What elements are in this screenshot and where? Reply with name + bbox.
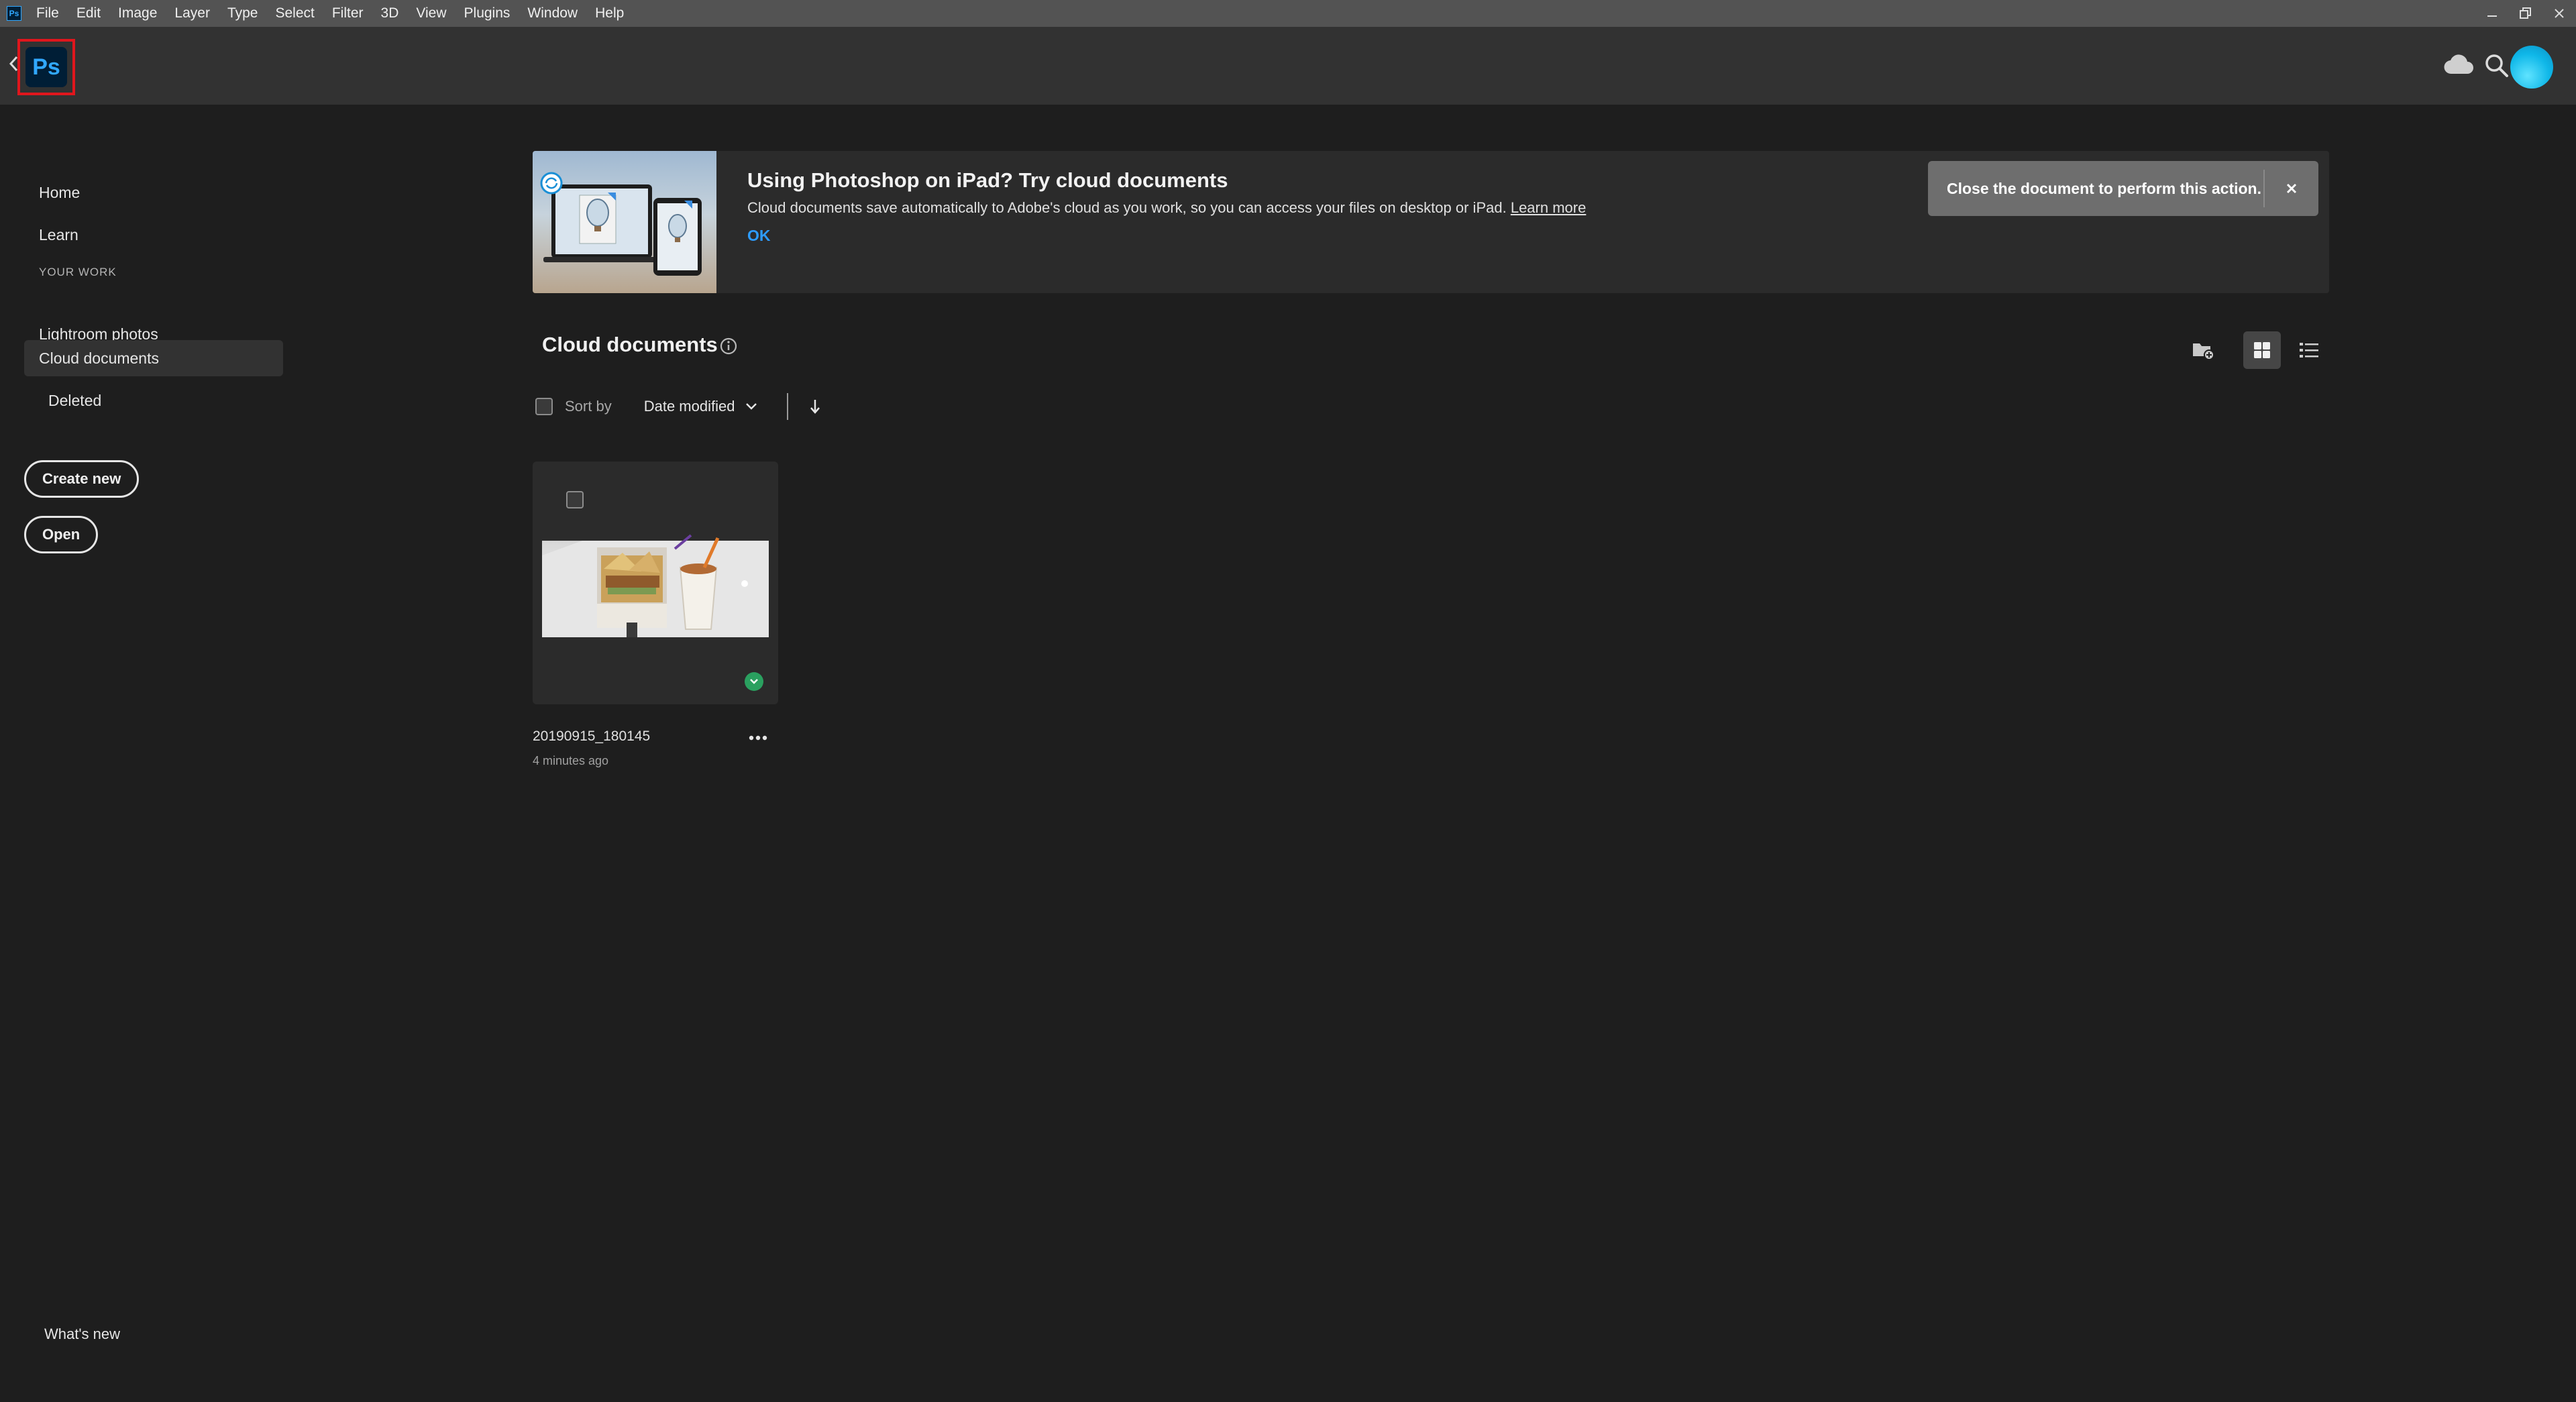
cloud-icon[interactable]: [2443, 54, 2474, 75]
sidebar-item-home[interactable]: Home: [24, 174, 283, 211]
user-avatar[interactable]: [2510, 46, 2553, 89]
grid-view-icon: [2254, 342, 2270, 358]
sort-direction-arrow-icon[interactable]: [808, 398, 822, 415]
document-modified-time: 4 minutes ago: [533, 754, 609, 767]
banner-ok-button[interactable]: OK: [747, 227, 771, 245]
sidebar-item-label: Deleted: [48, 391, 102, 409]
menu-edit[interactable]: Edit: [76, 5, 101, 21]
menu-image[interactable]: Image: [118, 5, 157, 21]
sidebar-item-cloud-documents[interactable]: Cloud documents: [24, 340, 283, 376]
learn-more-link[interactable]: Learn more: [1511, 199, 1587, 216]
photoshop-logo-highlight[interactable]: Ps: [17, 39, 75, 95]
menu-window[interactable]: Window: [527, 5, 578, 21]
list-view-icon: [2300, 343, 2318, 358]
sort-label: Sort by: [565, 398, 612, 415]
menu-help[interactable]: Help: [595, 5, 624, 21]
document-thumbnail[interactable]: [542, 529, 769, 637]
restore-icon[interactable]: [2509, 0, 2542, 27]
toast-close-button[interactable]: [2265, 182, 2318, 195]
menu-layer[interactable]: Layer: [174, 5, 210, 21]
banner-illustration: [533, 151, 716, 293]
close-icon[interactable]: [2542, 0, 2576, 27]
menu-3d[interactable]: 3D: [381, 5, 399, 21]
toast-message: Close the document to perform this actio…: [1947, 179, 2261, 197]
info-icon[interactable]: [719, 337, 738, 356]
menu-select[interactable]: Select: [275, 5, 314, 21]
close-icon: [2286, 183, 2297, 194]
search-icon[interactable]: [2483, 52, 2510, 79]
sidebar-item-label: Cloud documents: [39, 349, 159, 367]
banner-description-text: Cloud documents save automatically to Ad…: [747, 199, 1507, 216]
select-all-checkbox[interactable]: [535, 398, 553, 415]
sidebar-item-learn[interactable]: Learn: [24, 217, 283, 253]
page-title: Cloud documents: [542, 333, 718, 356]
grid-view-button[interactable]: [2243, 331, 2281, 369]
sort-bar: Sort by Date modified: [535, 393, 822, 420]
create-new-button[interactable]: Create new: [24, 460, 140, 498]
more-options-icon[interactable]: [747, 731, 769, 745]
sidebar-item-label: Learn: [39, 225, 78, 244]
sidebar-item-label: Home: [39, 183, 80, 201]
banner-title: Using Photoshop on iPad? Try cloud docum…: [747, 168, 1228, 192]
photoshop-logo: Ps: [25, 47, 67, 87]
document-card[interactable]: [533, 462, 778, 704]
window-controls: [2475, 0, 2576, 27]
synced-check-icon: [745, 672, 763, 691]
open-button[interactable]: Open: [24, 516, 99, 553]
menu-plugins[interactable]: Plugins: [464, 5, 511, 21]
document-checkbox[interactable]: [566, 491, 584, 508]
sidebar: Home Learn YOUR WORK Lightroom photos Cl…: [0, 105, 295, 1402]
sort-value: Date modified: [643, 398, 735, 415]
menu-file[interactable]: File: [36, 5, 59, 21]
menu-view[interactable]: View: [416, 5, 446, 21]
menu-type[interactable]: Type: [227, 5, 258, 21]
toast-notification: Close the document to perform this actio…: [1928, 161, 2318, 216]
section-label-your-work: YOUR WORK: [39, 266, 117, 278]
list-view-button[interactable]: [2290, 331, 2328, 369]
banner-description: Cloud documents save automatically to Ad…: [747, 199, 1586, 217]
minimize-icon[interactable]: [2475, 0, 2509, 27]
menu-filter[interactable]: Filter: [332, 5, 364, 21]
chevron-down-icon: [746, 403, 757, 410]
new-folder-button[interactable]: [2184, 331, 2222, 369]
whats-new-link[interactable]: What's new: [44, 1326, 120, 1343]
sort-divider: [787, 393, 789, 420]
sort-dropdown[interactable]: Date modified: [644, 398, 759, 415]
menu-bar: Ps File Edit Image Layer Type Select Fil…: [0, 0, 2576, 27]
home-header: Ps: [0, 27, 2576, 105]
folder-add-icon: [2193, 343, 2214, 360]
sidebar-item-deleted[interactable]: Deleted: [24, 382, 283, 419]
photoshop-app-icon: Ps: [7, 6, 21, 21]
document-name[interactable]: 20190915_180145: [533, 729, 650, 745]
